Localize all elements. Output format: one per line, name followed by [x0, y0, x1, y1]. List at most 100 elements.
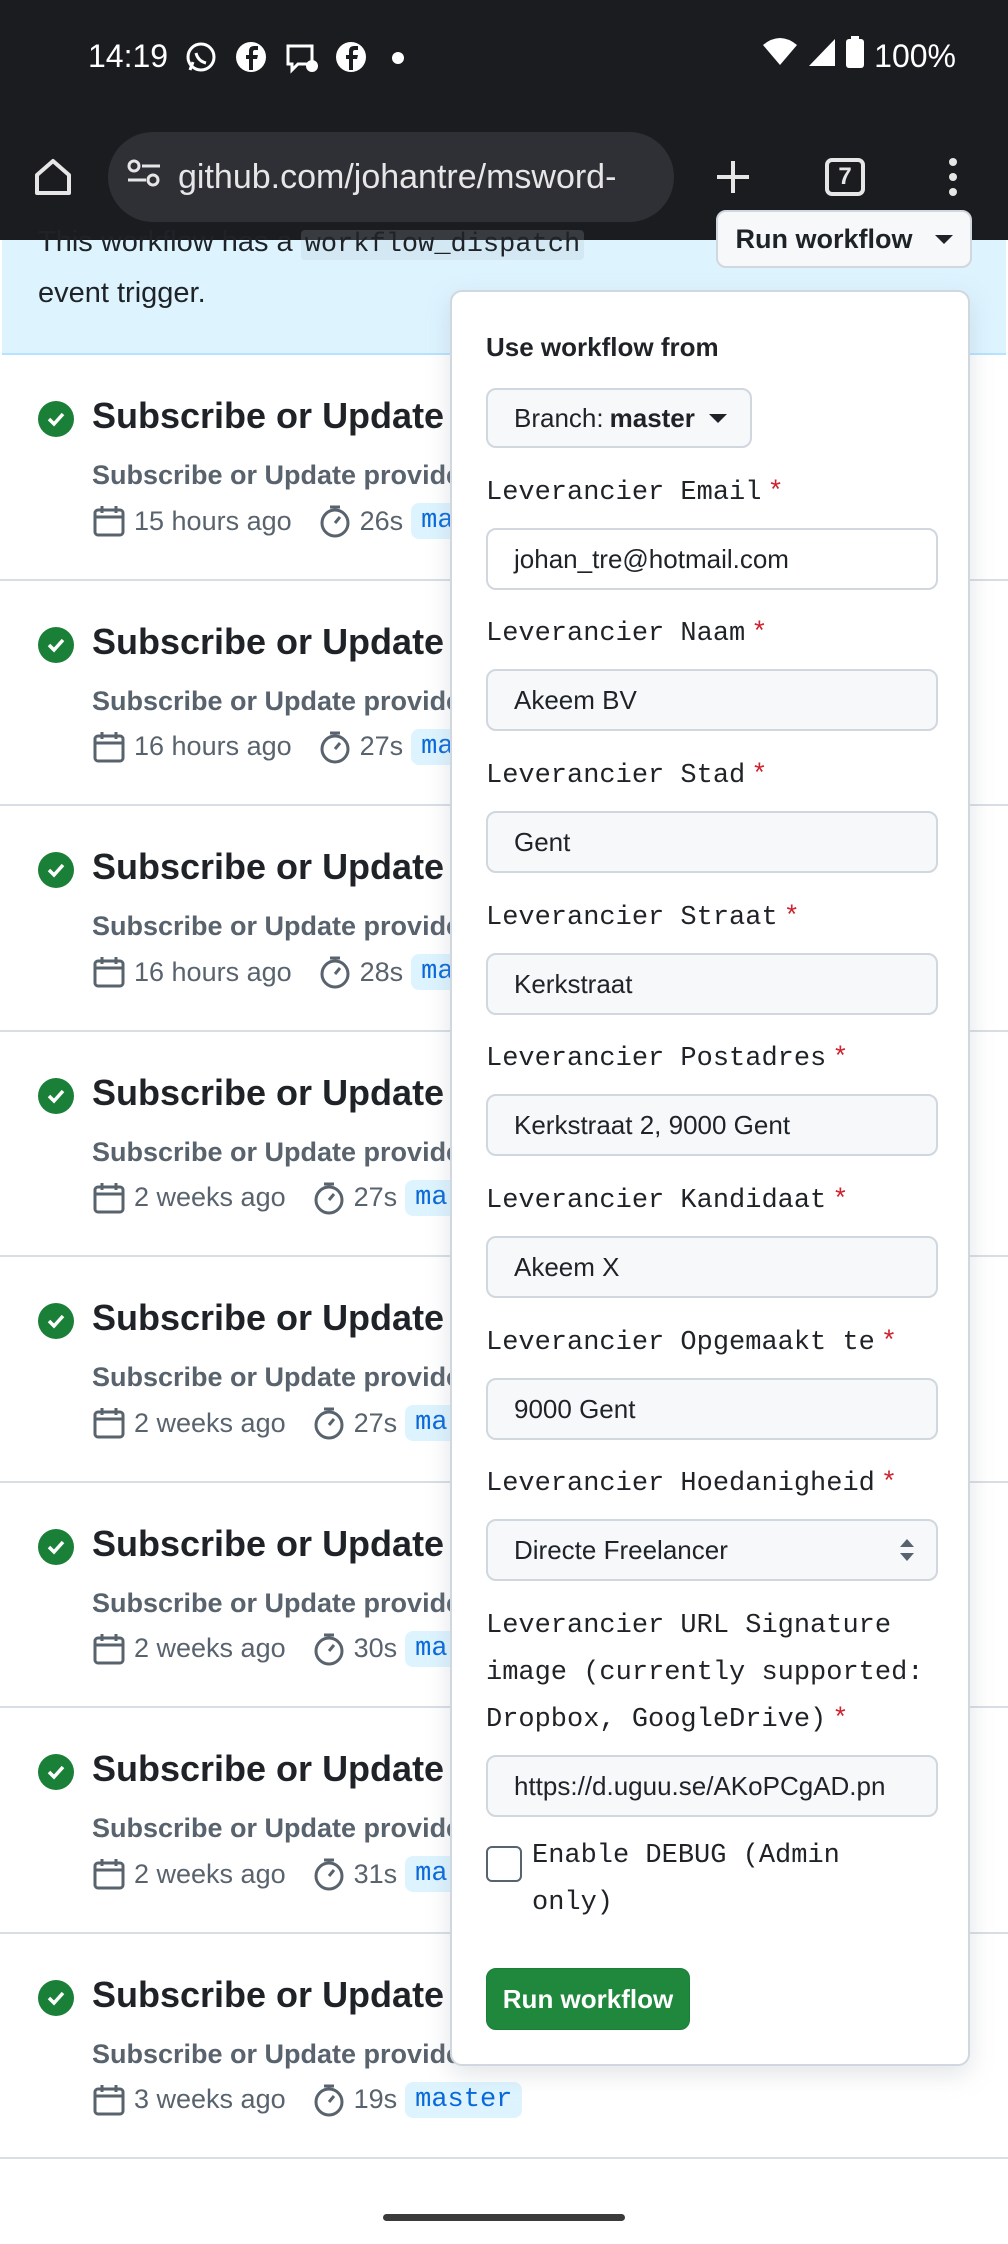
calendar-icon	[92, 1406, 126, 1440]
email-input[interactable]: johan_tre@hotmail.com	[486, 528, 938, 590]
address-bar[interactable]: github.com/johantre/msword-	[108, 132, 674, 222]
url-text: github.com/johantre/msword-	[178, 157, 617, 196]
required-asterisk: *	[880, 1469, 898, 1499]
new-tab-icon[interactable]	[698, 142, 768, 212]
run-title[interactable]: Subscribe or Update p	[92, 1523, 476, 1565]
postadres-input[interactable]: Kerkstraat 2, 9000 Gent	[486, 1094, 938, 1156]
straat-input[interactable]: Kerkstraat	[486, 953, 938, 1015]
field-label-naam: Leverancier Naam *	[486, 619, 768, 649]
select-arrows-icon	[898, 1535, 916, 1572]
success-check-icon	[38, 1754, 74, 1790]
facebook-icon	[234, 40, 268, 74]
whatsapp-icon	[184, 40, 218, 74]
branch-select-button[interactable]: Branch: master	[486, 388, 752, 448]
branch-badge[interactable]: master	[405, 2081, 523, 2118]
success-check-icon	[38, 626, 74, 663]
run-duration: 27s	[359, 731, 404, 761]
run-title[interactable]: Subscribe or Update p	[92, 395, 476, 437]
required-asterisk: *	[751, 761, 768, 791]
stopwatch-icon	[312, 1181, 346, 1215]
calendar-icon	[92, 730, 126, 764]
run-subtitle: Subscribe or Update provider	[92, 911, 472, 941]
tab-count: 7	[825, 158, 865, 196]
run-duration: 28s	[359, 956, 404, 987]
opgemaakt-te-input[interactable]: 9000 Gent	[486, 1378, 938, 1440]
site-settings-icon[interactable]	[126, 158, 162, 197]
success-check-icon	[38, 1303, 74, 1339]
home-icon[interactable]	[18, 142, 88, 212]
calendar-icon	[92, 1632, 126, 1666]
chevron-down-icon	[708, 413, 727, 423]
wifi-icon	[762, 37, 798, 75]
run-duration: 31s	[353, 1858, 398, 1889]
field-label-opgemaakt-te: Leverancier Opgemaakt te *	[486, 1328, 898, 1358]
field-label-straat: Leverancier Straat *	[486, 903, 800, 933]
run-subtitle: Subscribe or Update provider	[92, 1587, 472, 1618]
run-duration: 27s	[353, 1407, 398, 1438]
stopwatch-icon	[312, 1406, 346, 1440]
calendar-icon	[92, 2083, 126, 2117]
run-subtitle: Subscribe or Update provider	[92, 2038, 472, 2069]
run-workflow-popover: Use workflow from Branch: master Leveran…	[450, 290, 970, 2066]
messenger-icon	[284, 40, 318, 74]
stopwatch-icon	[318, 504, 352, 538]
required-asterisk: *	[783, 903, 800, 933]
run-subtitle: Subscribe or Update provider	[92, 460, 472, 490]
run-time-ago: 3 weeks ago	[134, 2084, 286, 2114]
run-workflow-dropdown-button[interactable]: Run workflow	[716, 210, 972, 268]
run-subtitle: Subscribe or Update provider	[92, 685, 472, 716]
success-check-icon	[38, 852, 74, 888]
required-asterisk: *	[832, 1044, 849, 1074]
run-title[interactable]: Subscribe or Update p	[92, 1974, 476, 2016]
status-bar: 14:19 100%	[0, 0, 1008, 118]
debug-label: Enable DEBUG (Admin only)	[532, 1841, 840, 1918]
stopwatch-icon	[312, 1857, 346, 1891]
hoedanigheid-selected-value: Directe Freelancer	[514, 1534, 728, 1565]
run-subtitle: Subscribe or Update provider	[92, 1136, 472, 1167]
run-subtitle: Subscribe or Update provider	[92, 1362, 472, 1392]
run-title[interactable]: Subscribe or Update p	[92, 1748, 476, 1790]
run-title[interactable]: Subscribe or Update p	[92, 621, 476, 663]
field-label-postadres: Leverancier Postadres *	[486, 1044, 849, 1074]
run-title[interactable]: Subscribe or Update p	[92, 1297, 476, 1339]
facebook-icon	[334, 40, 368, 74]
popover-heading: Use workflow from	[486, 332, 719, 362]
success-check-icon	[38, 401, 74, 437]
field-label-kandidaat: Leverancier Kandidaat *	[486, 1186, 849, 1216]
run-time-ago: 2 weeks ago	[134, 1182, 286, 1212]
run-time-ago: 16 hours ago	[134, 731, 292, 761]
more-notifications-dot-icon	[392, 52, 404, 64]
run-time-ago: 15 hours ago	[134, 505, 292, 536]
run-time-ago: 2 weeks ago	[134, 1407, 286, 1438]
run-duration: 30s	[353, 1633, 398, 1663]
status-time: 14:19	[88, 38, 169, 74]
run-duration: 27s	[353, 1182, 398, 1212]
stopwatch-icon	[318, 955, 352, 989]
tab-switcher-button[interactable]: 7	[810, 142, 880, 212]
hoedanigheid-select[interactable]: Directe Freelancer	[486, 1519, 938, 1581]
gesture-nav-handle	[383, 2214, 625, 2221]
url-signature-input[interactable]: https://d.uguu.se/AKoPCgAD.pn	[486, 1755, 938, 1817]
run-title[interactable]: Subscribe or Update p	[92, 846, 476, 888]
run-duration: 19s	[353, 2084, 398, 2114]
battery-icon	[846, 36, 865, 76]
debug-checkbox[interactable]	[486, 1846, 522, 1882]
run-workflow-submit-button[interactable]: Run workflow	[486, 1968, 690, 2030]
stopwatch-icon	[312, 1632, 346, 1666]
required-asterisk: *	[880, 1328, 898, 1358]
field-label-url-signature: Leverancier URL Signature image (current…	[486, 1611, 924, 1735]
run-time-ago: 2 weeks ago	[134, 1858, 286, 1889]
calendar-icon	[92, 955, 126, 989]
overflow-menu-icon[interactable]	[918, 142, 988, 212]
stad-input[interactable]: Gent	[486, 811, 938, 873]
run-time-ago: 2 weeks ago	[134, 1633, 286, 1663]
branch-prefix: Branch:	[514, 402, 604, 433]
run-time-ago: 16 hours ago	[134, 956, 292, 987]
naam-input[interactable]: Akeem BV	[486, 669, 938, 731]
banner-code: workflow_dispatch	[300, 230, 585, 260]
kandidaat-input[interactable]: Akeem X	[486, 1236, 938, 1298]
required-asterisk: *	[767, 478, 784, 508]
run-title[interactable]: Subscribe or Update p	[92, 1072, 476, 1114]
calendar-icon	[92, 504, 126, 538]
required-asterisk: *	[751, 619, 768, 649]
